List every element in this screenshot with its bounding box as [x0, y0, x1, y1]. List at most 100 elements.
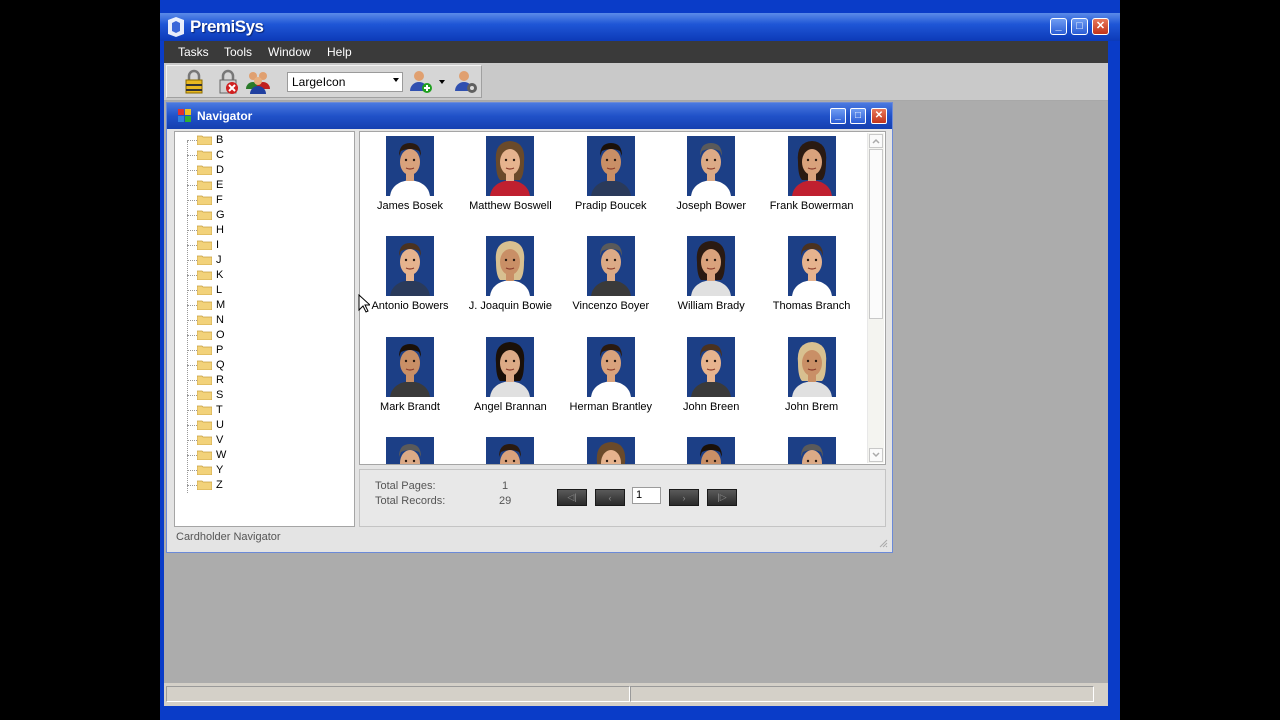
- tree-item-label: O: [216, 329, 225, 341]
- navigator-window: Navigator _ □ ✕ BCDEFGHIJKLMNOPQRSTUVWYZ…: [166, 102, 893, 553]
- tree-item-w[interactable]: W: [175, 448, 345, 463]
- scroll-thumb[interactable]: [869, 149, 883, 319]
- tree-item-n[interactable]: N: [175, 313, 345, 328]
- tree-item-j[interactable]: J: [175, 253, 345, 268]
- next-page-button[interactable]: ›: [669, 489, 699, 506]
- cardholder-card[interactable]: William Brady: [661, 234, 761, 334]
- tree-item-u[interactable]: U: [175, 418, 345, 433]
- folder-icon: [197, 375, 212, 385]
- close-button[interactable]: ✕: [1092, 18, 1109, 35]
- tree-item-e[interactable]: E: [175, 178, 345, 193]
- prev-page-button[interactable]: ‹: [595, 489, 625, 506]
- tree-item-label: V: [216, 434, 224, 446]
- scroll-down-button[interactable]: [869, 448, 883, 462]
- tree-item-b[interactable]: B: [175, 133, 345, 148]
- maximize-button[interactable]: □: [1071, 18, 1088, 35]
- tree-item-o[interactable]: O: [175, 328, 345, 343]
- cardholder-card[interactable]: [661, 435, 761, 464]
- tree-item-z[interactable]: Z: [175, 478, 345, 493]
- resize-grip-icon[interactable]: [878, 538, 888, 548]
- menu-tools[interactable]: Tools: [224, 45, 252, 59]
- cardholder-card[interactable]: [762, 435, 862, 464]
- tree-item-y[interactable]: Y: [175, 463, 345, 478]
- folder-icon: [197, 315, 212, 325]
- navigator-close-button[interactable]: ✕: [871, 108, 887, 124]
- app-title-bar[interactable]: PremiSys _ □ ✕: [160, 13, 1120, 41]
- cardholder-card[interactable]: Thomas Branch: [762, 234, 862, 334]
- cardholder-card[interactable]: John Brem: [762, 335, 862, 435]
- cardholder-card[interactable]: Angel Brannan: [460, 335, 560, 435]
- tree-item-f[interactable]: F: [175, 193, 345, 208]
- total-pages-label: Total Pages:: [375, 480, 436, 492]
- cardholder-photo: [687, 236, 736, 297]
- cardholder-card[interactable]: James Bosek: [360, 134, 460, 234]
- unlock-icon[interactable]: [215, 69, 241, 95]
- tree-item-g[interactable]: G: [175, 208, 345, 223]
- tree-connector: [187, 350, 197, 351]
- tree-item-r[interactable]: R: [175, 373, 345, 388]
- menu-help[interactable]: Help: [327, 45, 352, 59]
- tree-connector: [187, 200, 197, 201]
- tree-item-label: C: [216, 149, 224, 161]
- cardholder-name: Antonio Bowers: [371, 300, 449, 313]
- cardholder-card[interactable]: Vincenzo Boyer: [561, 234, 661, 334]
- cardholder-card[interactable]: J. Joaquin Bowie: [460, 234, 560, 334]
- tree-item-v[interactable]: V: [175, 433, 345, 448]
- scroll-up-button[interactable]: [869, 134, 883, 148]
- first-page-button[interactable]: ◁|: [557, 489, 587, 506]
- cardholder-card[interactable]: [460, 435, 560, 464]
- cardholder-card[interactable]: Mark Brandt: [360, 335, 460, 435]
- cardholder-card[interactable]: [561, 435, 661, 464]
- tree-item-m[interactable]: M: [175, 298, 345, 313]
- tree-item-p[interactable]: P: [175, 343, 345, 358]
- cardholder-scrollbar[interactable]: [867, 133, 884, 463]
- cardholder-card[interactable]: John Breen: [661, 335, 761, 435]
- cardholder-settings-icon[interactable]: [453, 69, 479, 95]
- tree-item-label: Y: [216, 464, 224, 476]
- cardholder-card[interactable]: Joseph Bower: [661, 134, 761, 234]
- add-cardholder-dropdown-icon[interactable]: [439, 80, 445, 84]
- cardholder-card[interactable]: Pradip Boucek: [561, 134, 661, 234]
- folder-icon: [197, 240, 212, 250]
- tree-item-q[interactable]: Q: [175, 358, 345, 373]
- cardholder-card[interactable]: Matthew Boswell: [460, 134, 560, 234]
- tree-item-label: N: [216, 314, 224, 326]
- add-cardholder-icon[interactable]: [408, 69, 434, 95]
- pager-panel: Total Pages: 1 Total Records: 29 ◁| ‹ 1 …: [359, 469, 886, 527]
- tree-item-k[interactable]: K: [175, 268, 345, 283]
- navigator-title-bar[interactable]: Navigator _ □ ✕: [167, 103, 892, 129]
- tree-item-h[interactable]: H: [175, 223, 345, 238]
- cardholder-photo: [486, 436, 535, 464]
- navigator-minimize-button[interactable]: _: [830, 108, 846, 124]
- last-page-button[interactable]: |▷: [707, 489, 737, 506]
- lock-icon[interactable]: [181, 69, 207, 95]
- tree-item-c[interactable]: C: [175, 148, 345, 163]
- tree-item-label: P: [216, 344, 224, 356]
- mouse-cursor-icon: [358, 294, 370, 313]
- folder-icon: [197, 465, 212, 475]
- view-mode-select[interactable]: LargeIcon: [287, 72, 403, 92]
- cardholder-photo: [586, 336, 635, 397]
- chevron-up-icon: [872, 138, 880, 144]
- minimize-button[interactable]: _: [1050, 18, 1067, 35]
- tree-connector: [187, 185, 197, 186]
- page-number-input[interactable]: 1: [632, 487, 661, 504]
- cardholder-card[interactable]: Antonio Bowers: [360, 234, 460, 334]
- tree-item-label: L: [216, 284, 223, 296]
- cardholder-card[interactable]: Herman Brantley: [561, 335, 661, 435]
- group-icon[interactable]: [245, 69, 271, 95]
- folder-icon: [197, 165, 212, 175]
- cardholder-card[interactable]: [360, 435, 460, 464]
- tree-item-t[interactable]: T: [175, 403, 345, 418]
- navigator-maximize-button[interactable]: □: [850, 108, 866, 124]
- tree-connector: [187, 455, 197, 456]
- tree-item-l[interactable]: L: [175, 283, 345, 298]
- cardholder-card[interactable]: Frank Bowerman: [762, 134, 862, 234]
- total-pages-value: 1: [502, 480, 509, 492]
- tree-item-s[interactable]: S: [175, 388, 345, 403]
- tree-item-i[interactable]: I: [175, 238, 345, 253]
- menu-window[interactable]: Window: [268, 45, 311, 59]
- folder-icon: [197, 300, 212, 310]
- menu-tasks[interactable]: Tasks: [178, 45, 209, 59]
- tree-item-d[interactable]: D: [175, 163, 345, 178]
